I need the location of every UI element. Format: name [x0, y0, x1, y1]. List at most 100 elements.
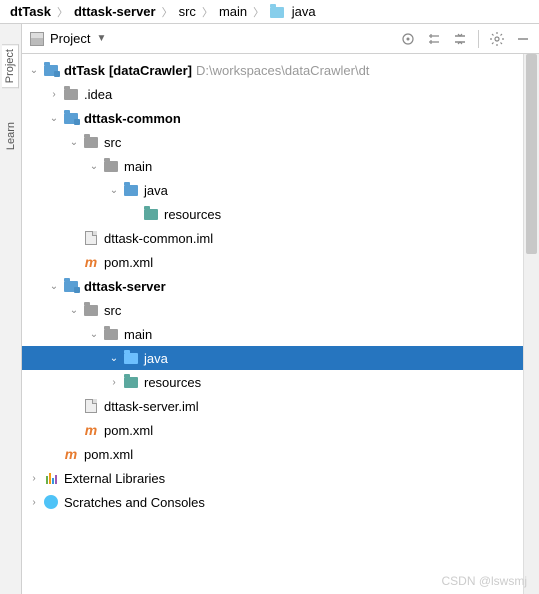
node-label: .idea [84, 87, 112, 102]
tree-node-root-pom[interactable]: › m pom.xml [22, 442, 539, 466]
divider [478, 30, 479, 48]
collapse-all-icon[interactable] [452, 31, 468, 47]
tree-node-server-pom[interactable]: › m pom.xml [22, 418, 539, 442]
tree-node-common-iml[interactable]: › dttask-common.iml [22, 226, 539, 250]
node-label: dtTask [64, 63, 105, 78]
breadcrumb-item-dttask-server[interactable]: dttask-server [72, 4, 158, 19]
panel-title[interactable]: Project [50, 31, 90, 46]
chevron-right-icon[interactable]: › [46, 89, 62, 100]
breadcrumb-item-dttask[interactable]: dtTask [8, 4, 53, 19]
chevron-down-icon[interactable]: ⌄ [106, 185, 122, 196]
chevron-right-icon[interactable]: › [26, 473, 42, 484]
tree-node-root[interactable]: ⌄ dtTask [dataCrawler] D:\workspaces\dat… [22, 58, 539, 82]
breadcrumb-sep-icon: 〉 [162, 4, 173, 20]
tree-node-server[interactable]: ⌄ dttask-server [22, 274, 539, 298]
tree-node-server-resources[interactable]: › resources [22, 370, 539, 394]
source-folder-icon [124, 185, 138, 196]
node-path: D:\workspaces\dataCrawler\dt [196, 63, 369, 78]
resources-folder-icon [144, 209, 158, 220]
maven-icon: m [65, 447, 77, 461]
breadcrumb-label: java [292, 4, 316, 19]
node-label: Scratches and Consoles [64, 495, 205, 510]
gear-icon[interactable] [489, 31, 505, 47]
hide-icon[interactable] [515, 31, 531, 47]
breadcrumb-sep-icon: 〉 [253, 4, 264, 20]
node-label: pom.xml [104, 423, 153, 438]
scrollbar-thumb[interactable] [526, 54, 537, 254]
node-label: dttask-common.iml [104, 231, 213, 246]
chevron-down-icon[interactable]: ⌄ [46, 281, 62, 292]
tree-node-common-java[interactable]: ⌄ java [22, 178, 539, 202]
maven-icon: m [85, 423, 97, 437]
maven-icon: m [85, 255, 97, 269]
folder-icon [104, 329, 118, 340]
tree-node-external-libraries[interactable]: › External Libraries [22, 466, 539, 490]
breadcrumb-item-src[interactable]: src [177, 4, 198, 19]
tree-node-server-java[interactable]: ⌄ java [22, 346, 539, 370]
node-label: pom.xml [104, 255, 153, 270]
node-label: src [104, 135, 121, 150]
chevron-down-icon[interactable]: ⌄ [66, 305, 82, 316]
scrollbar[interactable] [523, 54, 539, 594]
node-label: resources [164, 207, 221, 222]
module-icon [64, 113, 78, 124]
node-label: java [144, 183, 168, 198]
libraries-icon [46, 473, 57, 484]
gutter-tab-project[interactable]: Project [2, 44, 19, 88]
tree-node-server-main[interactable]: ⌄ main [22, 322, 539, 346]
chevron-down-icon[interactable]: ▼ [96, 33, 106, 44]
chevron-down-icon[interactable]: ⌄ [86, 329, 102, 340]
chevron-down-icon[interactable]: ⌄ [86, 161, 102, 172]
breadcrumb-item-main[interactable]: main [217, 4, 249, 19]
tool-window-gutter: Project Learn [0, 24, 22, 594]
node-label: pom.xml [84, 447, 133, 462]
tree-node-common[interactable]: ⌄ dttask-common [22, 106, 539, 130]
chevron-right-icon[interactable]: › [26, 497, 42, 508]
panel-header: Project ▼ [22, 24, 539, 54]
iml-file-icon [85, 231, 97, 245]
iml-file-icon [85, 399, 97, 413]
chevron-down-icon[interactable]: ⌄ [26, 65, 42, 76]
expand-all-icon[interactable] [426, 31, 442, 47]
tree-node-common-pom[interactable]: › m pom.xml [22, 250, 539, 274]
node-label: main [124, 159, 152, 174]
tree-node-idea[interactable]: › .idea [22, 82, 539, 106]
project-panel: Project ▼ ⌄ dtTask [dataCrawler] D:\work… [22, 24, 539, 594]
node-extra: [dataCrawler] [109, 63, 192, 78]
module-icon [44, 65, 58, 76]
chevron-down-icon[interactable]: ⌄ [46, 113, 62, 124]
tree-node-common-main[interactable]: ⌄ main [22, 154, 539, 178]
folder-icon [84, 305, 98, 316]
source-folder-icon [124, 353, 138, 364]
resources-folder-icon [124, 377, 138, 388]
tree-node-scratches[interactable]: › Scratches and Consoles [22, 490, 539, 514]
module-icon [64, 281, 78, 292]
folder-icon [64, 89, 78, 100]
scratches-icon [44, 495, 58, 509]
node-label: main [124, 327, 152, 342]
chevron-down-icon[interactable]: ⌄ [66, 137, 82, 148]
node-label: dttask-server.iml [104, 399, 199, 414]
breadcrumb-sep-icon: 〉 [57, 4, 68, 20]
tree-node-common-resources[interactable]: › resources [22, 202, 539, 226]
chevron-right-icon[interactable]: › [106, 377, 122, 388]
locate-icon[interactable] [400, 31, 416, 47]
breadcrumb-item-java[interactable]: java [268, 4, 317, 19]
breadcrumb: dtTask 〉 dttask-server 〉 src 〉 main 〉 ja… [0, 0, 539, 24]
folder-icon [104, 161, 118, 172]
folder-icon [84, 137, 98, 148]
node-label: java [144, 351, 168, 366]
tree-node-server-src[interactable]: ⌄ src [22, 298, 539, 322]
node-label: dttask-server [84, 279, 166, 294]
project-view-icon [30, 32, 44, 46]
gutter-tab-learn[interactable]: Learn [3, 118, 19, 154]
node-label: src [104, 303, 121, 318]
chevron-down-icon[interactable]: ⌄ [106, 353, 122, 364]
project-tree[interactable]: ⌄ dtTask [dataCrawler] D:\workspaces\dat… [22, 54, 539, 594]
node-label: resources [144, 375, 201, 390]
tree-node-server-iml[interactable]: › dttask-server.iml [22, 394, 539, 418]
node-label: External Libraries [64, 471, 165, 486]
node-label: dttask-common [84, 111, 181, 126]
tree-node-common-src[interactable]: ⌄ src [22, 130, 539, 154]
breadcrumb-sep-icon: 〉 [202, 4, 213, 20]
